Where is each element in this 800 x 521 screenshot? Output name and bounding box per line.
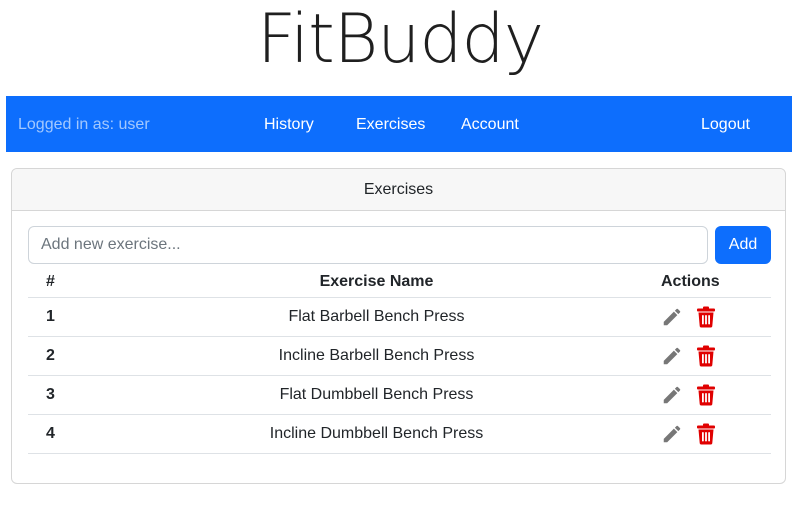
actions-wrap: [660, 423, 771, 445]
row-number: 1: [28, 297, 93, 337]
new-exercise-input[interactable]: [28, 226, 708, 264]
exercise-name: Flat Barbell Bench Press: [93, 297, 660, 337]
row-number: 3: [28, 375, 93, 415]
actions-wrap: [660, 306, 771, 328]
row-actions: [660, 414, 771, 454]
add-exercise-row: Add: [28, 226, 771, 266]
table-row: 3 Flat Dumbbell Bench Press: [28, 375, 771, 415]
exercise-name: Incline Dumbbell Bench Press: [93, 414, 660, 454]
pencil-icon[interactable]: [661, 306, 683, 328]
trash-icon[interactable]: [696, 345, 718, 367]
pencil-icon[interactable]: [661, 423, 683, 445]
nav-link-history[interactable]: History: [264, 96, 314, 154]
trash-icon[interactable]: [696, 384, 718, 406]
pencil-icon[interactable]: [661, 384, 683, 406]
actions-wrap: [660, 384, 771, 406]
row-number: 2: [28, 336, 93, 376]
actions-wrap: [660, 345, 771, 367]
logged-in-user-text: Logged in as: user: [18, 116, 150, 133]
add-exercise-button[interactable]: Add: [715, 226, 771, 264]
exercises-card: Exercises Add # Exercise Name Actions 1F…: [11, 168, 786, 484]
column-header-exercise-name: Exercise Name: [93, 266, 660, 298]
exercise-name: Flat Dumbbell Bench Press: [93, 375, 660, 415]
column-header-number: #: [28, 266, 93, 298]
table-row: 2 Incline Barbell Bench Press: [28, 336, 771, 376]
table-row: 4 Incline Dumbbell Bench Press: [28, 414, 771, 454]
table-row: 1 Flat Barbell Bench Press: [28, 297, 771, 337]
row-actions: [660, 297, 771, 337]
column-header-actions: Actions: [660, 266, 771, 298]
exercises-table: # Exercise Name Actions 1 Flat Barbell Be…: [28, 266, 771, 454]
logout-link[interactable]: Logout: [701, 96, 750, 154]
row-actions: [660, 336, 771, 376]
exercise-name: Incline Barbell Bench Press: [93, 336, 660, 376]
trash-icon[interactable]: [696, 306, 718, 328]
nav-link-account[interactable]: Account: [461, 96, 519, 154]
pencil-icon[interactable]: [661, 345, 683, 367]
app-title: FitBuddy: [257, 0, 544, 79]
nav-link-exercises[interactable]: Exercises: [356, 96, 425, 154]
card-header: Exercises: [12, 169, 785, 211]
row-actions: [660, 375, 771, 415]
row-number: 4: [28, 414, 93, 454]
table-header-row: # Exercise Name Actions: [28, 266, 771, 298]
navbar: Logged in as: user History Exercises Acc…: [6, 96, 792, 152]
trash-icon[interactable]: [696, 423, 718, 445]
